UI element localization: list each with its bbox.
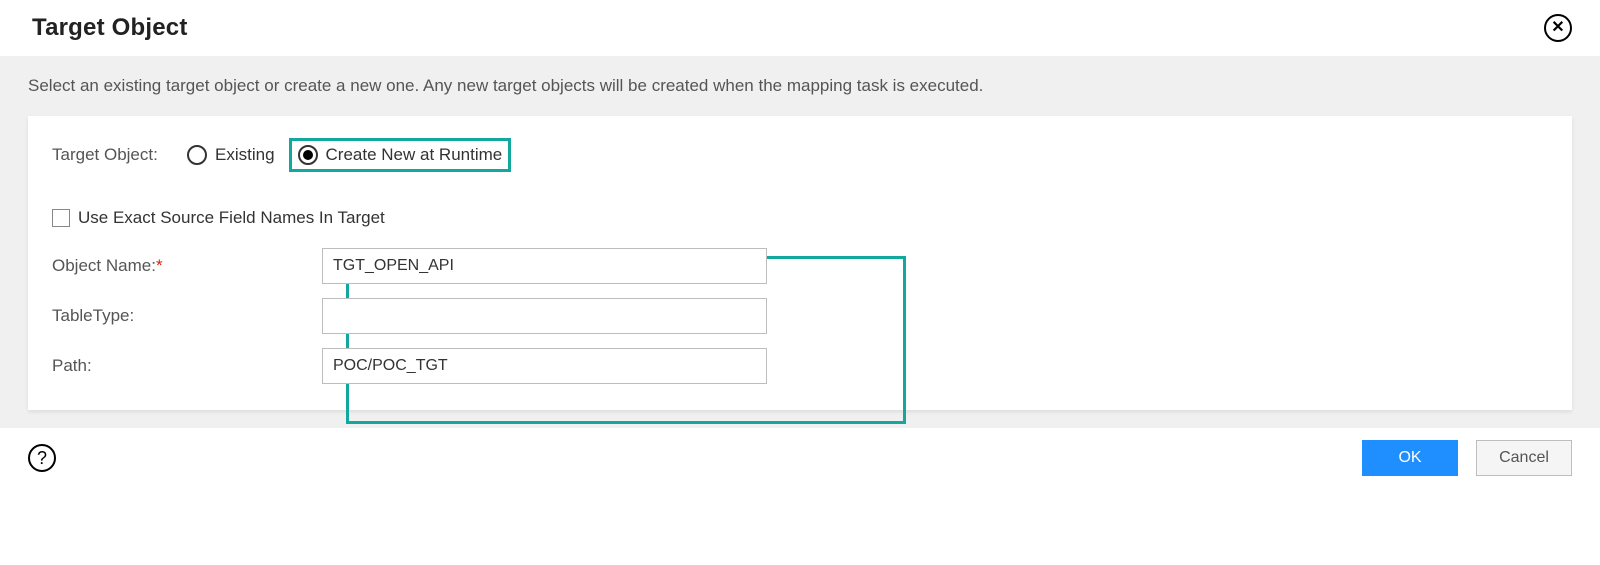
target-object-dialog: Target Object ✕ Select an existing targe… — [0, 0, 1600, 565]
spacer — [52, 172, 1548, 208]
main-panel: Target Object: Existing Create New at Ru… — [28, 116, 1572, 410]
dialog-body: Select an existing target object or crea… — [0, 56, 1600, 428]
use-exact-label: Use Exact Source Field Names In Target — [78, 208, 385, 228]
target-object-row: Target Object: Existing Create New at Ru… — [52, 138, 1548, 172]
highlight-create-new: Create New at Runtime — [289, 138, 512, 172]
help-button[interactable]: ? — [28, 444, 56, 472]
help-icon: ? — [37, 448, 47, 469]
path-row: Path: — [52, 348, 1548, 384]
path-input-area — [322, 348, 876, 384]
radio-existing-label: Existing — [215, 145, 275, 165]
table-type-row: TableType: — [52, 298, 1548, 334]
required-asterisk: * — [156, 256, 163, 275]
close-button[interactable]: ✕ — [1544, 14, 1572, 42]
table-type-input-area — [322, 298, 876, 334]
radio-icon — [298, 145, 318, 165]
object-name-input-area — [322, 248, 876, 284]
radio-icon — [187, 145, 207, 165]
object-name-input[interactable] — [322, 248, 767, 284]
dialog-header: Target Object ✕ — [0, 0, 1600, 56]
radio-existing[interactable]: Existing — [187, 145, 275, 165]
radio-selected-dot — [303, 150, 313, 160]
cancel-button[interactable]: Cancel — [1476, 440, 1572, 476]
use-exact-row: Use Exact Source Field Names In Target — [52, 208, 1548, 228]
object-name-label-text: Object Name: — [52, 256, 156, 275]
target-object-label: Target Object: — [52, 145, 187, 165]
object-name-row: Object Name:* — [52, 248, 1548, 284]
footer-actions: OK Cancel — [1362, 440, 1572, 476]
object-name-label: Object Name:* — [52, 256, 322, 276]
use-exact-checkbox[interactable] — [52, 209, 70, 227]
dialog-instruction: Select an existing target object or crea… — [28, 76, 1572, 96]
table-type-input[interactable] — [322, 298, 767, 334]
dialog-footer: ? OK Cancel — [0, 428, 1600, 476]
radio-create-new[interactable]: Create New at Runtime — [298, 145, 503, 165]
dialog-title: Target Object — [32, 14, 188, 42]
close-icon: ✕ — [1551, 20, 1564, 36]
target-object-radio-group: Existing Create New at Runtime — [187, 138, 511, 172]
table-type-label: TableType: — [52, 306, 322, 326]
ok-button[interactable]: OK — [1362, 440, 1458, 476]
path-input[interactable] — [322, 348, 767, 384]
radio-create-new-label: Create New at Runtime — [326, 145, 503, 165]
path-label: Path: — [52, 356, 322, 376]
